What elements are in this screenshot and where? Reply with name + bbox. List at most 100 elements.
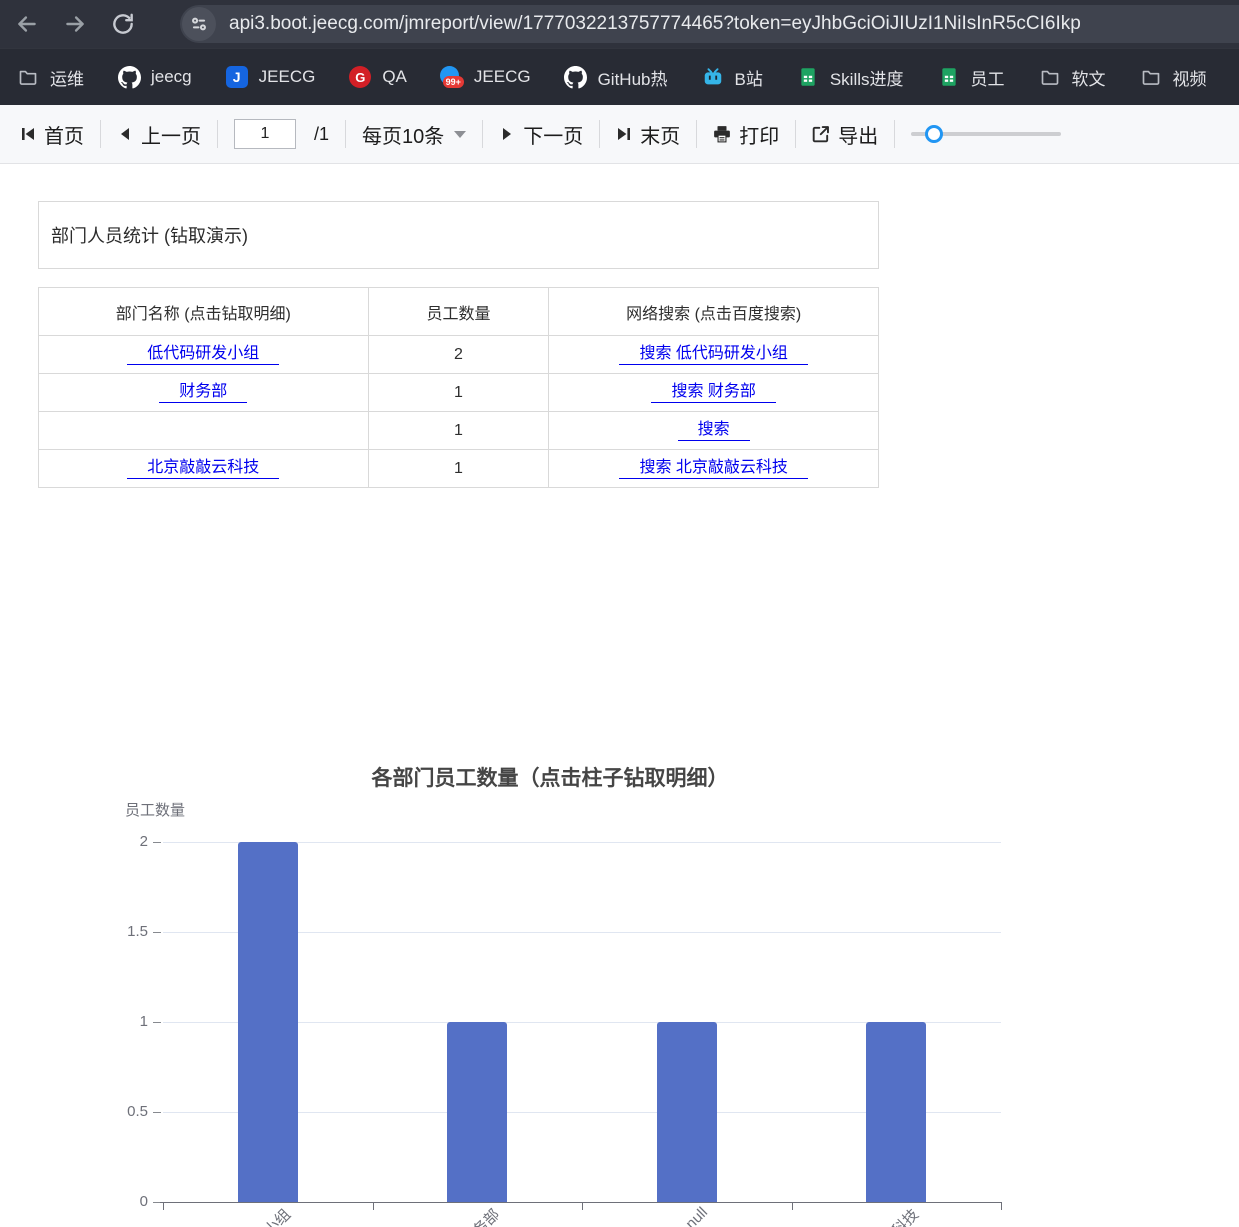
dept-link[interactable]: 财务部	[159, 382, 247, 403]
bookmarks-bar: 运维 jeecg JJEECG G QA 99+JEECG GitHub热 B站 Skills进…	[0, 48, 1239, 105]
bookmark-item[interactable]: 员工	[937, 65, 1005, 90]
bookmark-label: 软文	[1072, 65, 1106, 90]
report-title: 部门人员统计 (钻取演示)	[51, 222, 248, 248]
page-size-label: 每页10条	[362, 120, 444, 149]
y-axis-tick	[153, 842, 161, 843]
bookmark-label: Skills进度	[830, 65, 904, 90]
print-icon	[713, 125, 731, 143]
bookmark-item[interactable]: Skills进度	[796, 65, 904, 90]
count-cell: 1	[368, 450, 549, 488]
x-axis-line	[160, 1202, 1002, 1203]
page-size-select[interactable]: 每页10条	[362, 120, 466, 149]
bookmark-label: QA	[382, 67, 407, 87]
table-row: 财务部 1 搜索 财务部	[39, 374, 879, 412]
report-title-box: 部门人员统计 (钻取演示)	[38, 201, 879, 269]
back-icon[interactable]	[14, 11, 40, 37]
y-axis-tick	[153, 1022, 161, 1023]
toolbar-divider	[345, 120, 346, 148]
search-cell: 搜索 低代码研发小组	[549, 336, 879, 374]
bookmark-label: 员工	[971, 65, 1005, 90]
bar[interactable]	[657, 1022, 717, 1202]
zoom-slider-knob[interactable]	[925, 125, 943, 143]
print-label: 打印	[739, 120, 779, 149]
search-link[interactable]: 搜索	[678, 420, 750, 441]
zoom-slider[interactable]	[911, 125, 1061, 143]
bookmark-item[interactable]: 视频	[1139, 65, 1207, 90]
prev-page-button[interactable]: 上一页	[117, 120, 201, 149]
sheet-icon	[796, 65, 820, 89]
bar[interactable]	[866, 1022, 926, 1202]
y-axis-tick	[153, 932, 161, 933]
header-dept: 部门名称 (点击钻取明细)	[39, 288, 369, 336]
search-cell: 搜索 北京敲敲云科技	[549, 450, 879, 488]
badge-99-icon: 99+	[440, 65, 464, 89]
y-axis-tick-label: 0.5	[108, 1103, 148, 1120]
bookmark-label: 运维	[50, 65, 84, 90]
prev-page-label: 上一页	[141, 120, 201, 149]
chevron-down-icon	[454, 131, 466, 138]
count-cell: 1	[368, 374, 549, 412]
bar[interactable]	[447, 1022, 507, 1202]
toolbar-divider	[696, 120, 697, 148]
toolbar-divider	[795, 120, 796, 148]
report-table: 部门名称 (点击钻取明细) 员工数量 网络搜索 (点击百度搜索) 低代码研发小组…	[38, 287, 879, 488]
table-header-row: 部门名称 (点击钻取明细) 员工数量 网络搜索 (点击百度搜索)	[39, 288, 879, 336]
bar[interactable]	[238, 842, 298, 1202]
last-page-label: 末页	[640, 120, 680, 149]
toolbar-divider	[100, 120, 101, 148]
y-axis-tick	[153, 1112, 161, 1113]
folder-icon	[1139, 65, 1163, 89]
bookmark-item[interactable]: 软文	[1038, 65, 1106, 90]
search-link[interactable]: 搜索 财务部	[651, 382, 775, 403]
bookmark-label: B站	[735, 65, 763, 90]
search-link[interactable]: 搜索 低代码研发小组	[619, 344, 807, 365]
bookmark-item[interactable]: B站	[701, 65, 763, 90]
next-page-button[interactable]: 下一页	[499, 120, 583, 149]
dept-cell	[39, 412, 369, 450]
print-button[interactable]: 打印	[713, 120, 779, 149]
forward-icon[interactable]	[62, 11, 88, 37]
bookmark-item[interactable]: jeecg	[117, 65, 192, 89]
y-axis-tick-label: 2	[108, 833, 148, 850]
y-axis-tick-label: 1.5	[108, 923, 148, 940]
site-settings-icon[interactable]	[182, 7, 216, 41]
search-cell: 搜索	[549, 412, 879, 450]
bookmark-label: GitHub热	[598, 65, 668, 90]
first-page-icon	[20, 126, 36, 142]
dept-link[interactable]: 低代码研发小组	[127, 344, 279, 365]
dept-link[interactable]: 北京敲敲云科技	[127, 458, 279, 479]
bookmark-item[interactable]: G QA	[348, 65, 407, 89]
bookmark-item[interactable]: 99+JEECG	[440, 65, 531, 89]
export-label: 导出	[838, 120, 878, 149]
chart-title: 各部门员工数量（点击柱子钻取明细）	[130, 762, 970, 792]
y-axis-name: 员工数量	[125, 799, 185, 820]
url-bar[interactable]: api3.boot.jeecg.com/jmreport/view/177703…	[180, 5, 1239, 43]
first-page-button[interactable]: 首页	[20, 120, 84, 149]
j-app-icon: J	[225, 65, 249, 89]
report-toolbar: 首页 上一页 /1 每页10条 下一页 末页 打印	[0, 105, 1239, 164]
search-link[interactable]: 搜索 北京敲敲云科技	[619, 458, 807, 479]
table-row: 低代码研发小组2搜索 低代码研发小组	[39, 336, 879, 374]
x-axis-tick	[163, 1203, 164, 1210]
reload-icon[interactable]	[110, 11, 136, 37]
bookmark-item[interactable]: GitHub热	[564, 65, 668, 90]
table-row: 1搜索	[39, 412, 879, 450]
x-axis-label: 财务部	[277, 1204, 504, 1227]
page: api3.boot.jeecg.com/jmreport/view/177703…	[0, 0, 1239, 1227]
bookmark-item[interactable]: JJEECG	[225, 65, 316, 89]
x-axis-tick	[1001, 1203, 1002, 1210]
page-number-group: /1	[234, 119, 329, 149]
page-number-input[interactable]	[234, 119, 296, 149]
bookmark-item[interactable]: 运维	[16, 65, 84, 90]
x-axis-tick	[373, 1203, 374, 1210]
bookmark-label: 视频	[1173, 65, 1207, 90]
folder-icon	[16, 65, 40, 89]
y-axis-tick-label: 0	[108, 1193, 148, 1210]
dept-cell: 北京敲敲云科技	[39, 450, 369, 488]
export-button[interactable]: 导出	[812, 120, 878, 149]
y-axis-tick-label: 1	[108, 1013, 148, 1030]
export-icon	[812, 125, 830, 143]
g-app-icon: G	[348, 65, 372, 89]
toolbar-divider	[894, 120, 895, 148]
last-page-button[interactable]: 末页	[616, 120, 680, 149]
